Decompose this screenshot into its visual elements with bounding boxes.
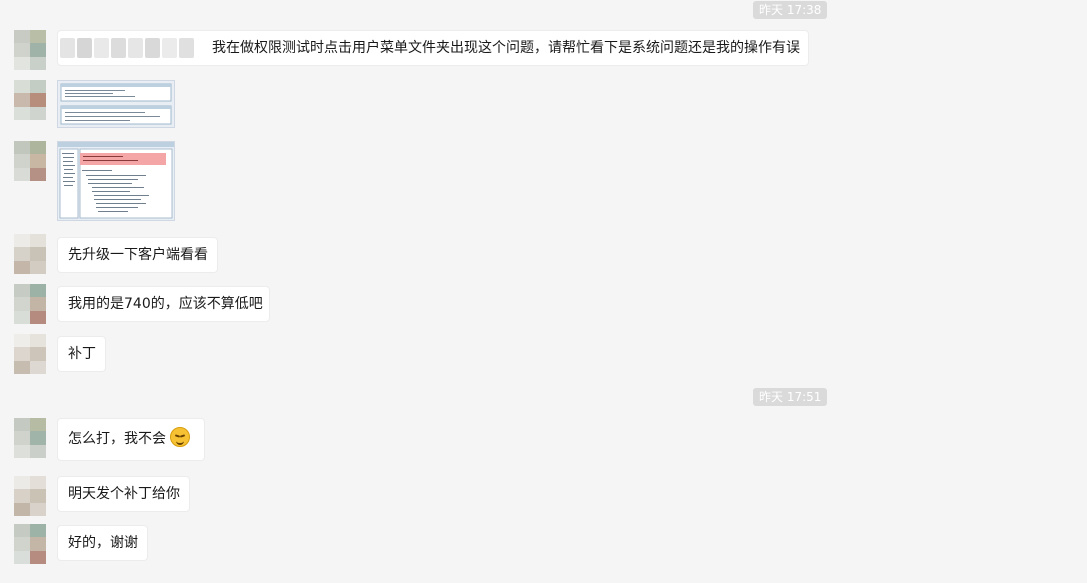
message-text: 先升级一下客户端看看 bbox=[68, 247, 208, 263]
avatar[interactable] bbox=[14, 418, 46, 458]
message-text: 补丁 bbox=[68, 346, 96, 362]
message-bubble[interactable]: 先升级一下客户端看看 bbox=[57, 237, 218, 273]
image-thumbnail[interactable] bbox=[57, 80, 175, 128]
avatar[interactable] bbox=[14, 30, 46, 70]
image-thumbnail[interactable] bbox=[57, 141, 175, 221]
avatar[interactable] bbox=[14, 334, 46, 374]
avatar[interactable] bbox=[14, 524, 46, 564]
avatar[interactable] bbox=[14, 80, 46, 120]
avatar[interactable] bbox=[14, 284, 46, 324]
grinning-sweat-emoji bbox=[170, 427, 190, 447]
blurred-name bbox=[60, 38, 196, 58]
message-text: 明天发个补丁给你 bbox=[68, 486, 180, 502]
screenshot-preview bbox=[58, 142, 174, 220]
message-bubble[interactable]: 明天发个补丁给你 bbox=[57, 476, 190, 512]
timestamp: 昨天 17:38 bbox=[753, 1, 828, 19]
avatar[interactable] bbox=[14, 141, 46, 181]
message-text: 怎么打，我不会 bbox=[68, 431, 166, 447]
avatar[interactable] bbox=[14, 234, 46, 274]
message-bubble[interactable]: 补丁 bbox=[57, 336, 106, 372]
message-text: 好的，谢谢 bbox=[68, 535, 138, 551]
message-bubble[interactable]: 好的，谢谢 bbox=[57, 525, 148, 561]
message-bubble[interactable]: 我用的是740的，应该不算低吧 bbox=[57, 286, 270, 322]
timestamp: 昨天 17:51 bbox=[753, 388, 828, 406]
message-text: 我在做权限测试时点击用户菜单文件夹出现这个问题，请帮忙看下是系统问题还是我的操作… bbox=[212, 40, 800, 56]
message-text: 我用的是740的，应该不算低吧 bbox=[68, 296, 263, 312]
avatar[interactable] bbox=[14, 476, 46, 516]
screenshot-preview bbox=[58, 81, 174, 127]
message-bubble[interactable]: 怎么打，我不会 bbox=[57, 418, 205, 461]
